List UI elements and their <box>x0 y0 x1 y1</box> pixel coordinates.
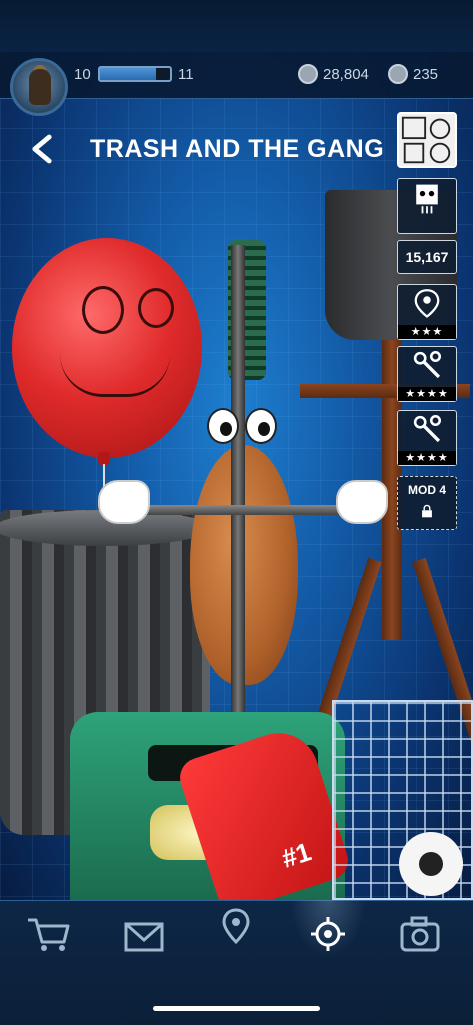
balloon-eye-left <box>82 286 124 334</box>
bot-crossbar <box>140 505 350 515</box>
player-avatar[interactable] <box>10 58 68 116</box>
character-gallery-button[interactable] <box>397 112 457 168</box>
bot-pole <box>231 245 245 725</box>
level-current: 10 <box>74 66 91 83</box>
balloon-smile <box>60 354 170 397</box>
wrench-icon <box>413 350 442 379</box>
coin-icon <box>298 64 318 84</box>
toilet-roll-character[interactable] <box>399 832 463 896</box>
bot-button[interactable] <box>397 178 457 234</box>
mod-2-button[interactable]: ★★★★ <box>397 410 457 466</box>
mod-1-stars: ★★★★ <box>398 387 456 401</box>
mod-1-button[interactable]: ★★★★ <box>397 346 457 402</box>
map-pin-icon <box>222 908 250 945</box>
location-pin-icon <box>414 289 440 318</box>
location-stars: ★★★ <box>398 325 456 339</box>
glove-left <box>98 480 150 524</box>
gem-icon <box>388 64 408 84</box>
mod-2-stars: ★★★★ <box>398 451 456 465</box>
camera-icon <box>400 916 440 952</box>
mod-4-label: MOD 4 <box>407 483 446 497</box>
page-title: TRASH AND THE GANG <box>90 135 385 163</box>
nav-camera-button[interactable] <box>396 914 444 954</box>
wrench-icon <box>413 414 442 443</box>
lock-icon <box>422 504 432 518</box>
score-box: 15,167 <box>397 240 457 274</box>
score-value: 15,167 <box>405 249 449 265</box>
gem-balance: 235 <box>413 66 439 83</box>
home-indicator[interactable] <box>153 1006 320 1011</box>
shopping-cart-icon <box>28 918 70 951</box>
balloon-eye-right <box>138 288 174 328</box>
mail-icon <box>124 922 164 952</box>
chevron-left-icon <box>32 134 52 164</box>
back-button[interactable] <box>30 134 60 168</box>
mod-4-button[interactable]: MOD 4 <box>397 476 457 530</box>
location-button[interactable]: ★★★ <box>397 284 457 340</box>
coin-balance: 28,804 <box>323 66 369 83</box>
nav-workshop-button[interactable] <box>304 914 352 954</box>
nav-mail-button[interactable] <box>120 916 168 956</box>
bot-eye-right <box>245 408 277 444</box>
glove-right <box>336 480 388 524</box>
bot-icon <box>416 184 438 214</box>
level-next: 11 <box>178 66 194 83</box>
bot-eye-left <box>207 408 239 444</box>
avatar-figure <box>29 69 51 105</box>
balloon-character[interactable] <box>12 238 202 458</box>
workshop-gear-icon <box>311 917 345 951</box>
nav-shop-button[interactable] <box>24 914 72 954</box>
xp-progress-fill <box>100 68 156 80</box>
nav-map-button[interactable] <box>212 906 260 946</box>
character-gallery-icon <box>401 116 451 164</box>
status-bar <box>0 0 473 52</box>
xp-progress-bar <box>98 66 172 82</box>
